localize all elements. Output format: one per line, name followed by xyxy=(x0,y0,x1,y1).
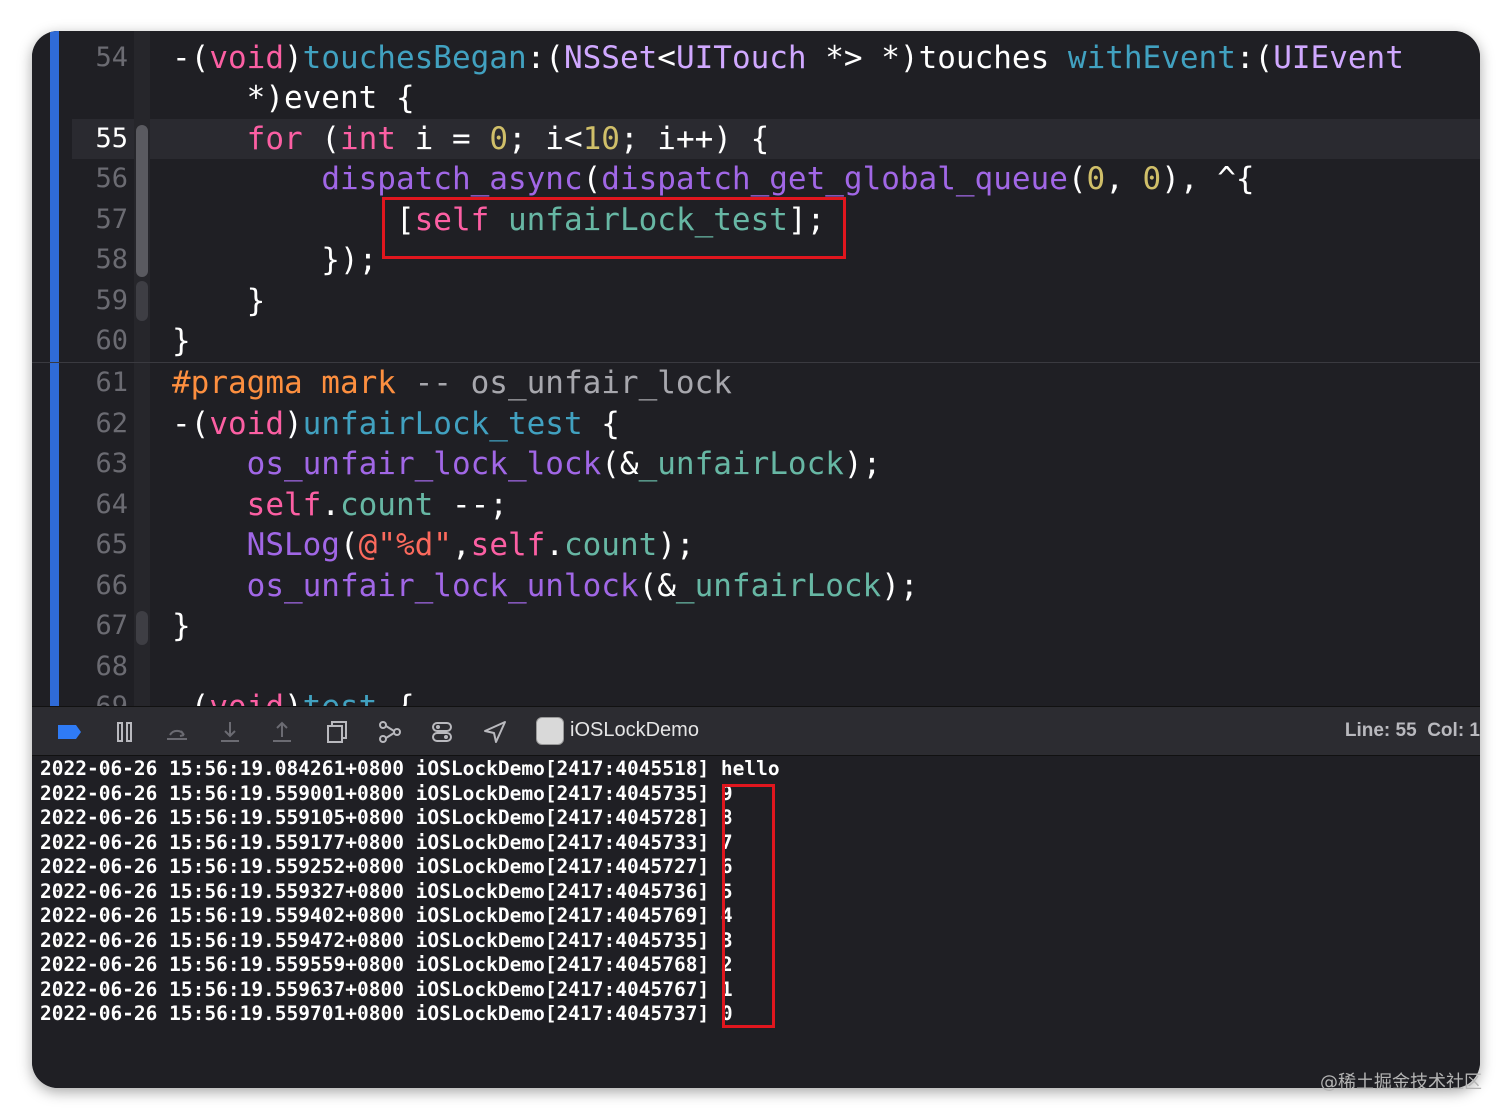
debug-bar: iOSLockDemo Line: 55 Col: 1 xyxy=(32,706,1480,756)
line-number[interactable]: 68 xyxy=(72,647,128,687)
line-number[interactable]: 61 xyxy=(72,363,128,403)
code-line-60[interactable]: } xyxy=(172,321,191,361)
code-line-63[interactable]: os_unfair_lock_lock(&_unfairLock); xyxy=(172,444,882,484)
step-over-icon[interactable] xyxy=(164,719,190,745)
line-number[interactable]: 59 xyxy=(72,281,128,321)
change-indicator-bar xyxy=(50,31,59,706)
console-line: 2022-06-26 15:56:19.559177+0800 iOSLockD… xyxy=(40,831,733,854)
console-line: 2022-06-26 15:56:19.559701+0800 iOSLockD… xyxy=(40,1002,733,1025)
console-line: 2022-06-26 15:56:19.559001+0800 iOSLockD… xyxy=(40,782,733,805)
code-line-65[interactable]: NSLog(@"%d",self.count); xyxy=(172,525,695,565)
console-line: 2022-06-26 15:56:19.559637+0800 iOSLockD… xyxy=(40,978,733,1001)
line-number[interactable]: 65 xyxy=(72,525,128,565)
code-line-64[interactable]: self.count --; xyxy=(172,485,508,525)
line-number[interactable]: 63 xyxy=(72,444,128,484)
console-line: 2022-06-26 15:56:19.559327+0800 iOSLockD… xyxy=(40,880,733,903)
code-line-59[interactable]: } xyxy=(172,281,266,321)
console-line: 2022-06-26 15:56:19.559252+0800 iOSLockD… xyxy=(40,855,733,878)
code-line-54[interactable]: -(void)touchesBegan:(NSSet<UITouch *> *)… xyxy=(172,38,1404,78)
console-line: 2022-06-26 15:56:19.559472+0800 iOSLockD… xyxy=(40,929,733,952)
code-ribbon-fold-marker[interactable] xyxy=(136,611,148,645)
line-number[interactable]: 66 xyxy=(72,566,128,606)
code-ribbon-fold-marker[interactable] xyxy=(136,281,148,321)
code-line-58[interactable]: }); xyxy=(172,240,377,280)
scheme-app-name[interactable]: iOSLockDemo xyxy=(570,719,699,742)
code-line-67[interactable]: } xyxy=(172,606,191,646)
console-line: 2022-06-26 15:56:19.559402+0800 iOSLockD… xyxy=(40,904,733,927)
line-number[interactable]: 64 xyxy=(72,485,128,525)
code-line-66[interactable]: os_unfair_lock_unlock(&_unfairLock); xyxy=(172,566,919,606)
debug-view-hierarchy-icon[interactable] xyxy=(324,719,350,745)
memory-graph-icon[interactable] xyxy=(377,719,403,745)
step-into-icon[interactable] xyxy=(217,719,243,745)
line-number[interactable]: 62 xyxy=(72,404,128,444)
code-line-62[interactable]: -(void)unfairLock_test { xyxy=(172,404,620,444)
code-line-54-wrap[interactable]: *)event { xyxy=(172,78,415,118)
code-line-55[interactable]: for (int i = 0; i<10; i++) { xyxy=(172,119,770,159)
line-number[interactable]: 56 xyxy=(72,159,128,199)
line-number[interactable]: 58 xyxy=(72,240,128,280)
xcode-window: 54 55 56 57 58 59 60 61 62 63 64 65 66 6… xyxy=(32,31,1480,1088)
line-number-current[interactable]: 55 xyxy=(72,119,128,159)
line-number[interactable]: 54 xyxy=(72,38,128,78)
debug-console[interactable]: 2022-06-26 15:56:19.084261+0800 iOSLockD… xyxy=(32,756,1480,1088)
watermark: @稀土掘金技术社区 xyxy=(1320,1072,1482,1093)
app-icon xyxy=(536,717,564,745)
cursor-position: Line: 55 Col: 1 xyxy=(1344,720,1480,741)
console-line: 2022-06-26 15:56:19.559559+0800 iOSLockD… xyxy=(40,953,733,976)
line-number[interactable]: 69 xyxy=(72,687,128,706)
source-editor[interactable]: 54 55 56 57 58 59 60 61 62 63 64 65 66 6… xyxy=(32,31,1480,706)
console-line: 2022-06-26 15:56:19.559105+0800 iOSLockD… xyxy=(40,806,733,829)
breakpoint-toggle-icon[interactable] xyxy=(56,719,82,745)
code-line-61[interactable]: #pragma mark -- os_unfair_lock xyxy=(172,363,732,403)
step-out-icon[interactable] xyxy=(269,719,295,745)
simulate-location-icon[interactable] xyxy=(482,719,508,745)
environment-overrides-icon[interactable] xyxy=(429,719,455,745)
highlight-box-count-values xyxy=(722,784,775,1028)
line-number[interactable]: 57 xyxy=(72,200,128,240)
code-line-69[interactable]: -(void)test { xyxy=(172,687,415,706)
code-ribbon-fold-marker[interactable] xyxy=(136,125,148,277)
console-line: 2022-06-26 15:56:19.084261+0800 iOSLockD… xyxy=(40,757,780,780)
line-number[interactable]: 60 xyxy=(72,321,128,361)
pause-icon[interactable] xyxy=(112,719,138,745)
highlight-box-self-call xyxy=(382,197,846,259)
line-number[interactable]: 67 xyxy=(72,606,128,646)
code-line-56[interactable]: dispatch_async(dispatch_get_global_queue… xyxy=(172,159,1254,199)
